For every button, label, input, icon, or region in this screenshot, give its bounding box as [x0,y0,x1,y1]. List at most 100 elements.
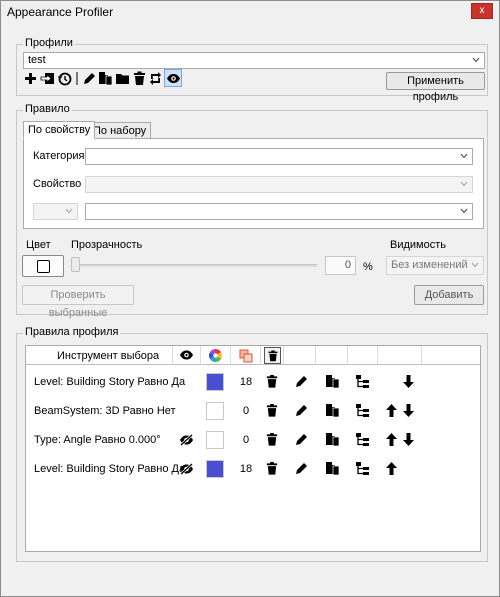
import-icon[interactable] [40,71,55,86]
chevron-down-icon [472,57,480,63]
property-label: Свойство [33,178,82,190]
table-row[interactable]: BeamSystem: 3D Равно Нет 0 [26,396,480,425]
header-edit [284,346,316,365]
refresh-icon[interactable] [148,71,163,86]
header-color[interactable] [201,346,231,365]
header-copy [316,346,348,365]
profiles-legend: Профили [23,37,75,49]
header-delete[interactable] [261,346,284,365]
apply-profile-button[interactable]: Применить профиль [386,72,485,103]
delete-icon[interactable] [265,461,279,476]
percent-label: % [363,261,373,273]
visibility-label: Видимость [390,239,446,251]
transparency-label: Прозрачность [71,239,143,251]
transparency-input[interactable]: 0 [325,256,356,275]
edit-icon[interactable] [294,432,309,447]
folder-icon[interactable] [115,71,130,86]
rule-color-swatch[interactable] [206,373,224,391]
color-picker-button[interactable] [22,255,64,277]
table-row[interactable]: Type: Angle Равно 0.000° 0 [26,425,480,454]
rule-transparency-value: 0 [242,405,250,417]
toolbar-separator [74,71,80,86]
profile-select-value: test [28,54,46,66]
move-down-icon[interactable] [403,375,414,388]
tab-pane: Категория Свойство [23,138,484,229]
property-select[interactable] [85,176,473,193]
edit-icon[interactable] [294,461,309,476]
close-button[interactable]: x [471,3,493,19]
rule-legend: Правило [23,103,72,115]
table-row[interactable]: Level: Building Story Равно Да 18 [26,367,480,396]
check-selected-button[interactable]: Проверить выбранные [22,285,134,319]
header-transparency[interactable] [231,346,261,365]
add-rule-button[interactable]: Добавить [414,285,484,305]
copy-icon[interactable] [325,461,340,476]
eye-icon [180,350,193,360]
add-icon[interactable] [23,71,38,86]
condition-select[interactable] [33,203,78,220]
copy-icon[interactable] [325,374,340,389]
title-bar: Appearance Profiler x [1,1,499,23]
transparency-slider-track[interactable] [71,264,317,267]
rule-selector-text: Level: Building Story Равно Да [34,376,186,388]
color-label: Цвет [26,239,51,251]
tree-icon[interactable] [355,432,370,447]
copy-icon[interactable] [325,403,340,418]
copy-icon[interactable] [98,71,113,86]
transparency-slider-thumb[interactable] [71,257,80,272]
header-visibility[interactable] [173,346,201,365]
tree-icon[interactable] [355,461,370,476]
edit-icon[interactable] [82,71,97,86]
visibility-select-value: Без изменений [391,259,468,271]
category-select[interactable] [85,148,473,165]
hidden-eye-icon[interactable] [179,463,194,475]
history-icon[interactable] [57,71,72,86]
chevron-down-icon [460,153,468,159]
window-title: Appearance Profiler [7,5,114,19]
rule-color-swatch[interactable] [206,402,224,420]
color-wheel-icon [209,349,222,362]
header-tree [348,346,378,365]
rule-selector-text: Level: Building Story Равно Да [34,463,186,475]
rule-color-swatch[interactable] [206,460,224,478]
tree-icon[interactable] [355,403,370,418]
tab-by-set[interactable]: По набору [88,122,152,139]
category-label: Категория [33,150,85,162]
delete-icon[interactable] [265,374,279,389]
move-up-icon[interactable] [386,404,397,417]
header-selector-label: Инструмент выбора [57,350,160,362]
chevron-down-icon [65,208,73,214]
rule-selector-text: Type: Angle Равно 0.000° [34,434,161,446]
rule-transparency-value: 18 [239,376,253,388]
transparency-icon [239,349,253,363]
edit-icon[interactable] [294,374,309,389]
value-combo[interactable] [85,203,473,220]
rule-transparency-value: 18 [239,463,253,475]
move-up-icon[interactable] [386,433,397,446]
header-spare [422,346,480,365]
rule-selector-text: BeamSystem: 3D Равно Нет [34,405,176,417]
hidden-eye-icon[interactable] [179,434,194,446]
color-swatch [37,260,50,273]
delete-all-icon [264,347,281,364]
delete-icon[interactable] [132,71,147,86]
delete-icon[interactable] [265,403,279,418]
header-selector[interactable]: Инструмент выбора [26,346,173,365]
rule-color-swatch[interactable] [206,431,224,449]
tab-by-property[interactable]: По свойству [23,121,96,139]
chevron-down-icon [460,208,468,214]
delete-icon[interactable] [265,432,279,447]
header-move [378,346,422,365]
move-down-icon[interactable] [403,404,414,417]
visibility-select[interactable]: Без изменений [386,256,484,275]
copy-icon[interactable] [325,432,340,447]
rules-grid: Инструмент выбора Level: Building Story … [25,345,481,552]
move-down-icon[interactable] [403,433,414,446]
eye-icon[interactable] [164,69,182,87]
move-up-icon[interactable] [386,462,397,475]
tree-icon[interactable] [355,374,370,389]
edit-icon[interactable] [294,403,309,418]
rule-transparency-value: 0 [242,434,250,446]
profile-select[interactable]: test [23,52,485,69]
table-row[interactable]: Level: Building Story Равно Да 18 [26,454,480,483]
